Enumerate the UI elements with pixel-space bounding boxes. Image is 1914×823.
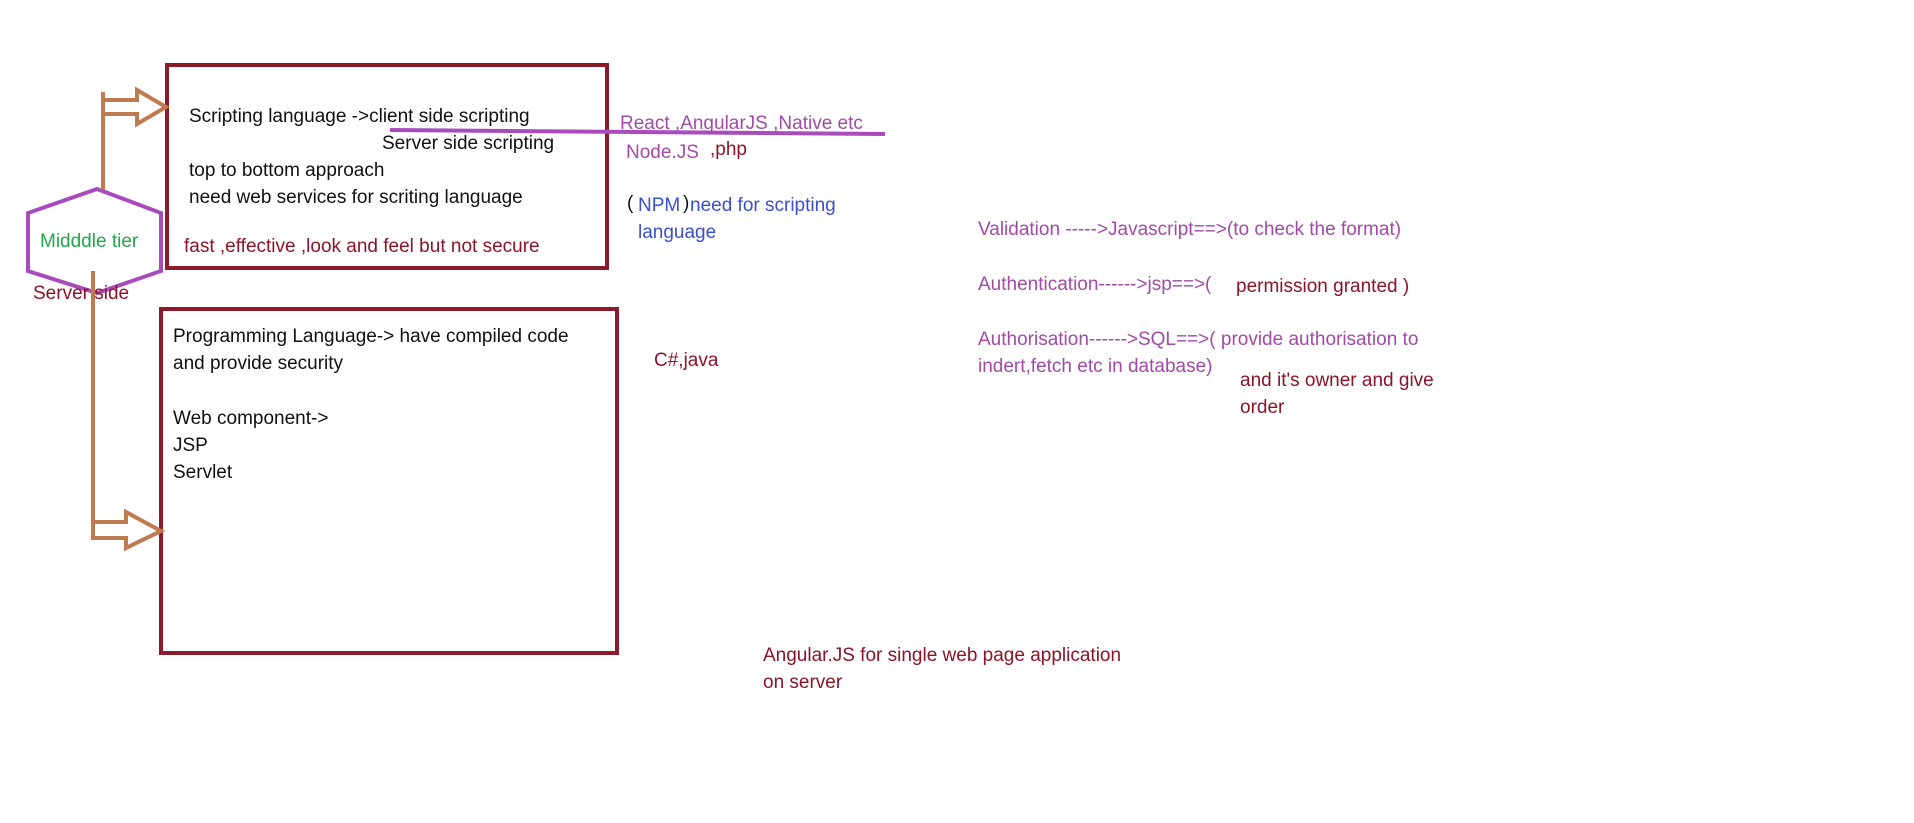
programming-line-4: JSP [173,435,208,456]
authentication-note: Authentication------>jsp==>( [978,274,1212,295]
angular-note-line-2: on server [763,672,843,693]
scripting-line-5: fast ,effective ,look and feel but not s… [184,236,540,257]
owner-note-line-1: and it's owner and give [1240,370,1434,391]
npm-paren-open: ( [627,193,634,214]
npm-paren-close: ) [683,193,690,214]
arrow-to-scripting-box [101,86,170,128]
csharp-java-note: C#,java [654,350,719,371]
angular-note-line-1: Angular.JS for single web page applicati… [763,645,1122,666]
programming-line-2: and provide security [173,353,344,374]
validation-note: Validation ----->Javascript==>(to check … [978,219,1402,240]
authorisation-line-1: Authorisation------>SQL==>( provide auth… [978,329,1419,350]
programming-line-3: Web component-> [173,408,329,429]
scripting-line-1: Scripting language ->client side scripti… [189,106,530,127]
scripting-line-4: need web services for scriting language [189,187,523,208]
npm-note: NPM [638,195,681,216]
php-note: ,php [710,139,747,160]
connector-arrows [91,86,170,552]
server-side-label: Server side [33,283,130,304]
scripting-line-3: top to bottom approach [189,160,385,181]
npm-need-line-2: language [638,222,717,242]
arrow-to-programming-box [91,508,166,552]
owner-note-line-2: order [1240,397,1285,418]
nodejs-note: Node.JS [626,142,699,163]
authorisation-line-2: indert,fetch etc in database) [978,356,1213,377]
programming-line-5: Servlet [173,462,233,483]
middle-tier-label: Midddle tier [40,231,139,252]
npm-need-line-1: need for scripting [690,195,836,216]
whiteboard-canvas: Midddle tier Server side Scripting langu… [0,0,1914,823]
frameworks-note: React ,AngularJS ,Native etc [620,113,863,134]
programming-line-1: Programming Language-> have compiled cod… [173,326,569,347]
scripting-line-2: Server side scripting [382,133,555,154]
permission-note: permission granted ) [1236,276,1410,297]
